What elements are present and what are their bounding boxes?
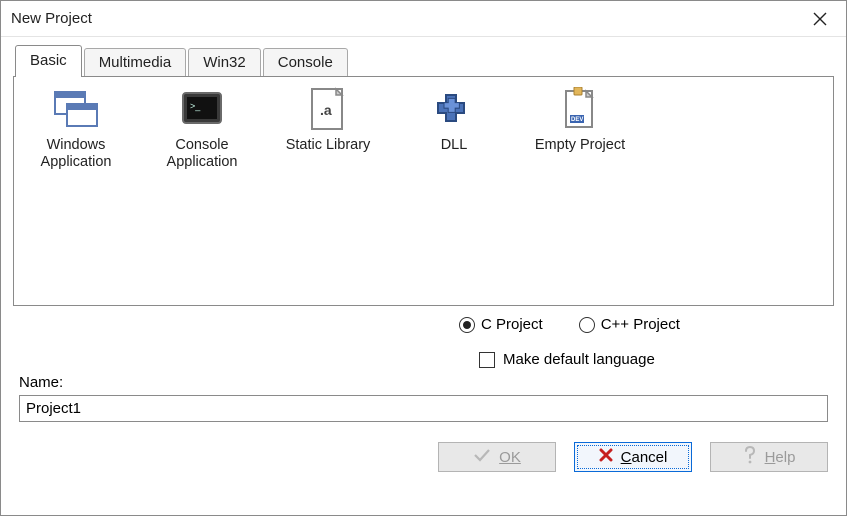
console-app-icon: >_ [178, 89, 226, 129]
make-default-language-checkbox[interactable]: Make default language [479, 351, 828, 368]
bottom-area: C Project C++ Project Make default langu… [19, 316, 828, 472]
tab-basic[interactable]: Basic [15, 45, 82, 76]
check-icon [473, 448, 491, 466]
radio-label: C Project [481, 316, 543, 333]
project-type-console-application[interactable]: >_ Console Application [150, 89, 254, 170]
project-type-label: Windows Application [24, 137, 128, 170]
radio-c-project[interactable]: C Project [459, 316, 543, 333]
project-type-static-library[interactable]: .a Static Library [276, 89, 380, 154]
checkbox-icon [479, 352, 495, 368]
button-label: OK [499, 449, 521, 466]
tab-multimedia[interactable]: Multimedia [84, 48, 187, 77]
project-type-dll[interactable]: DLL [402, 89, 506, 154]
titlebar: New Project [1, 1, 846, 37]
svg-text:>_: >_ [190, 101, 201, 111]
help-button[interactable]: Help [710, 442, 828, 472]
radio-cpp-project[interactable]: C++ Project [579, 316, 680, 333]
windows-app-icon [52, 89, 100, 129]
tab-bar: Basic Multimedia Win32 Console [15, 45, 834, 76]
dialog-buttons: OK Cancel Help [19, 442, 828, 472]
project-type-label: Console Application [150, 137, 254, 170]
project-type-panel: Windows Application >_ Console Applicati… [13, 76, 834, 306]
project-type-windows-application[interactable]: Windows Application [24, 89, 128, 170]
svg-text:DEV: DEV [571, 117, 583, 123]
ok-button[interactable]: OK [438, 442, 556, 472]
radio-icon [459, 317, 475, 333]
project-type-label: DLL [402, 137, 506, 154]
project-type-empty-project[interactable]: DEV Empty Project [528, 89, 632, 154]
project-type-label: Empty Project [528, 137, 632, 154]
close-icon[interactable] [804, 3, 836, 35]
dll-icon [430, 89, 478, 129]
empty-project-icon: DEV [556, 89, 604, 129]
checkbox-label: Make default language [503, 351, 655, 368]
new-project-dialog: New Project Basic Multimedia Win32 Conso… [0, 0, 847, 516]
static-lib-icon: .a [304, 89, 352, 129]
help-icon [743, 446, 757, 468]
name-input[interactable] [19, 395, 828, 422]
name-label: Name: [19, 374, 828, 391]
tab-console[interactable]: Console [263, 48, 348, 77]
radio-icon [579, 317, 595, 333]
x-icon [599, 448, 613, 466]
project-type-label: Static Library [276, 137, 380, 154]
svg-text:.a: .a [320, 102, 332, 118]
cancel-button[interactable]: Cancel [574, 442, 692, 472]
window-title: New Project [11, 10, 92, 27]
button-label: Help [765, 449, 796, 466]
tab-win32[interactable]: Win32 [188, 48, 261, 77]
radio-label: C++ Project [601, 316, 680, 333]
button-label: Cancel [621, 449, 668, 466]
language-radio-group: C Project C++ Project [459, 316, 828, 333]
